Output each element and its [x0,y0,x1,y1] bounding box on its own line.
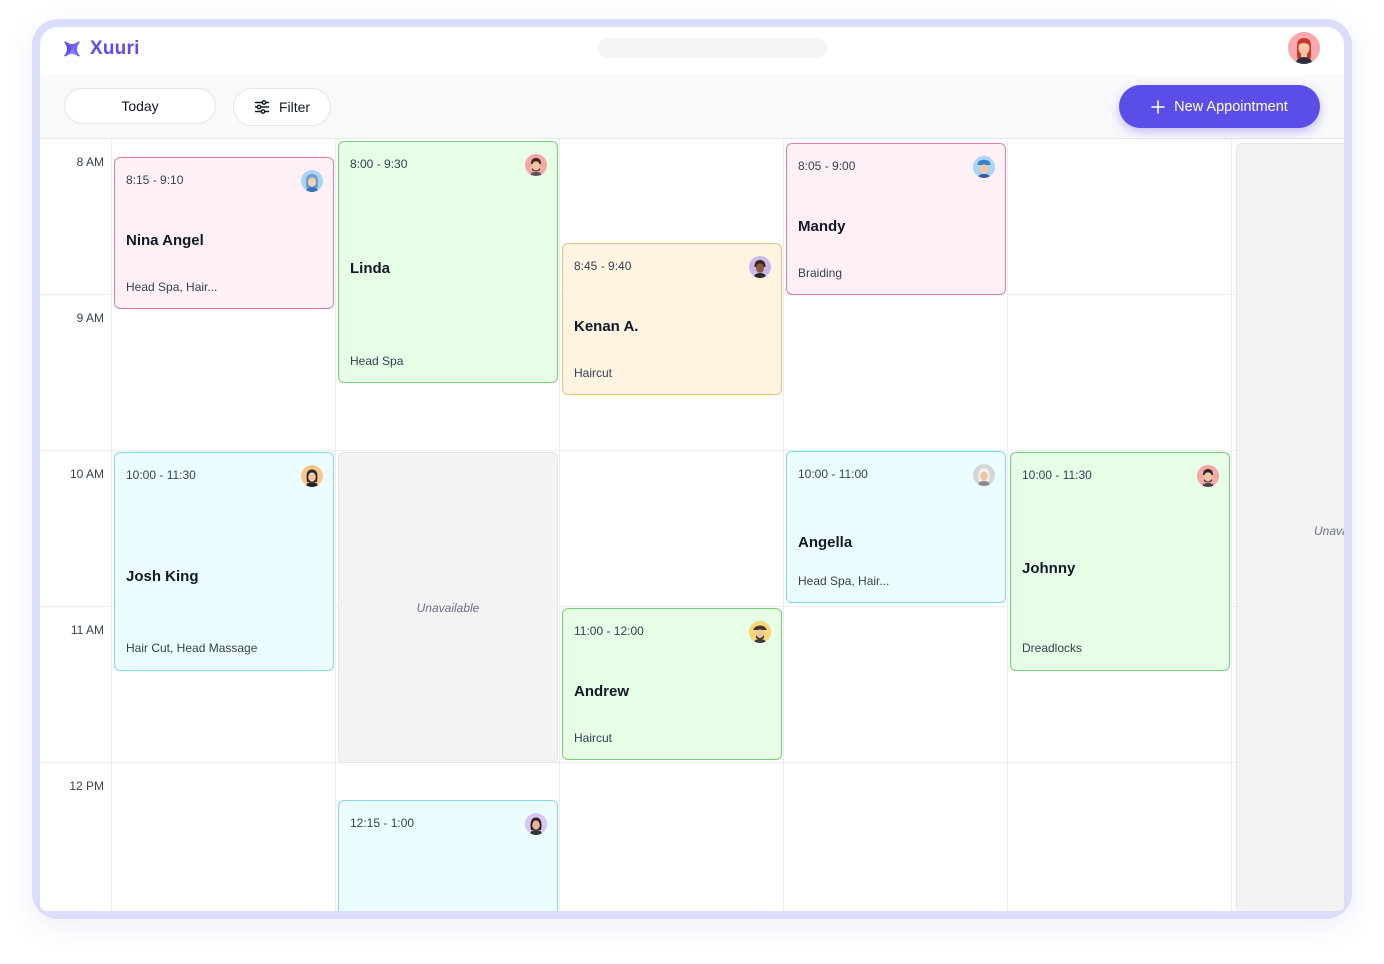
hour-divider [40,762,1344,763]
time-label: 8 AM [76,155,104,169]
avatar-icon [749,621,771,643]
appointment-card[interactable]: 10:00 - 11:00 Angella Head Spa, Hair... [786,451,1006,603]
appointment-time: 8:05 - 9:00 [798,159,856,173]
appointment-client: Nina Angel [126,232,204,249]
appointment-time: 8:45 - 9:40 [574,259,632,273]
appointment-client: Angella [798,534,853,551]
appointment-service: Hair Cut, Head Massage [126,641,258,655]
appointment-client: Mandy [798,218,846,235]
appointment-time: 10:00 - 11:30 [126,468,196,482]
appointment-card[interactable]: 10:00 - 11:30 Johnny Dreadlocks [1010,452,1230,671]
unavailable-label: Unavailable [416,601,480,615]
top-bar: Xuuri [40,27,1344,76]
avatar-icon [301,465,323,487]
toolbar: Today Filter New Appointment [40,75,1344,139]
column-divider [1007,139,1008,911]
appointment-card[interactable]: 8:05 - 9:00 Mandy Braiding [786,143,1006,295]
appointment-client: Johnny [1022,560,1076,577]
time-label: 12 PM [69,779,104,793]
appointment-service: Head Spa, Hair... [126,280,218,294]
unavailable-block: Unavailable [338,452,558,763]
filter-button-label: Filter [278,99,311,115]
appointment-service: Head Spa [350,354,404,368]
time-label: 9 AM [76,311,104,325]
plus-icon [1151,99,1165,114]
today-button[interactable]: Today [64,88,216,124]
appointment-service: Head Spa, Hair... [798,574,890,588]
calendar-grid: 8 AM 9 AM 10 AM 11 AM 12 PM 8:15 - 9:10 … [40,139,1344,911]
appointment-service: Braiding [798,266,843,280]
appointment-card[interactable]: 8:00 - 9:30 Linda Head Spa [338,141,558,383]
avatar-icon [1197,465,1219,487]
appointment-time: 11:00 - 12:00 [574,624,644,638]
appointment-time: 8:00 - 9:30 [350,157,408,171]
unavailable-block: Unavai [1236,143,1344,911]
time-label: 11 AM [70,623,104,637]
unavailable-label: Unavai [1314,524,1344,538]
app-logo[interactable]: Xuuri [62,38,140,60]
xuuri-logo-icon [64,41,80,57]
time-label: 10 AM [69,467,104,481]
appointment-card[interactable]: 8:15 - 9:10 Nina Angel Head Spa, Hair... [114,157,334,309]
appointment-time: 12:15 - 1:00 [350,816,415,830]
appointment-service: Dreadlocks [1022,641,1083,655]
filter-button[interactable]: Filter [233,88,331,126]
column-divider [111,139,112,911]
app-screen: Xuuri Today Filter New Appointment 8 AM … [40,27,1344,911]
avatar-icon [973,464,995,486]
avatar-icon [525,813,547,835]
appointment-client: Josh King [126,568,199,585]
avatar-icon [525,154,547,176]
sliders-icon [254,100,270,114]
appointment-service: Haircut [574,366,613,380]
device-frame: Xuuri Today Filter New Appointment 8 AM … [32,19,1352,919]
appointment-card[interactable]: 10:00 - 11:30 Josh King Hair Cut, Head M… [114,452,334,671]
app-name: Xuuri [90,38,140,59]
user-avatar[interactable] [1288,32,1320,64]
new-appointment-label: New Appointment [1174,98,1288,115]
avatar-icon [749,256,771,278]
avatar-icon [973,156,995,178]
appointment-card[interactable]: 11:00 - 12:00 Andrew Haircut [562,608,782,760]
column-divider [1231,139,1232,911]
appointment-time: 10:00 - 11:00 [798,467,868,481]
avatar-icon [1288,32,1320,64]
appointment-client: Kenan A. [574,318,639,335]
column-divider [335,139,336,911]
column-divider [783,139,784,911]
appointment-time: 8:15 - 9:10 [126,173,184,187]
avatar-icon [301,170,323,192]
hour-divider [40,450,1344,451]
column-divider [559,139,560,911]
appointment-card[interactable]: 8:45 - 9:40 Kenan A. Haircut [562,243,782,395]
new-appointment-button[interactable]: New Appointment [1119,85,1320,128]
appointment-time: 10:00 - 11:30 [1022,468,1092,482]
search-bar[interactable] [598,38,828,58]
today-button-label: Today [121,98,159,114]
appointment-client: Andrew [574,683,630,700]
appointment-card[interactable]: 12:15 - 1:00 [338,800,558,911]
appointment-client: Linda [350,260,390,277]
appointment-service: Haircut [574,731,613,745]
